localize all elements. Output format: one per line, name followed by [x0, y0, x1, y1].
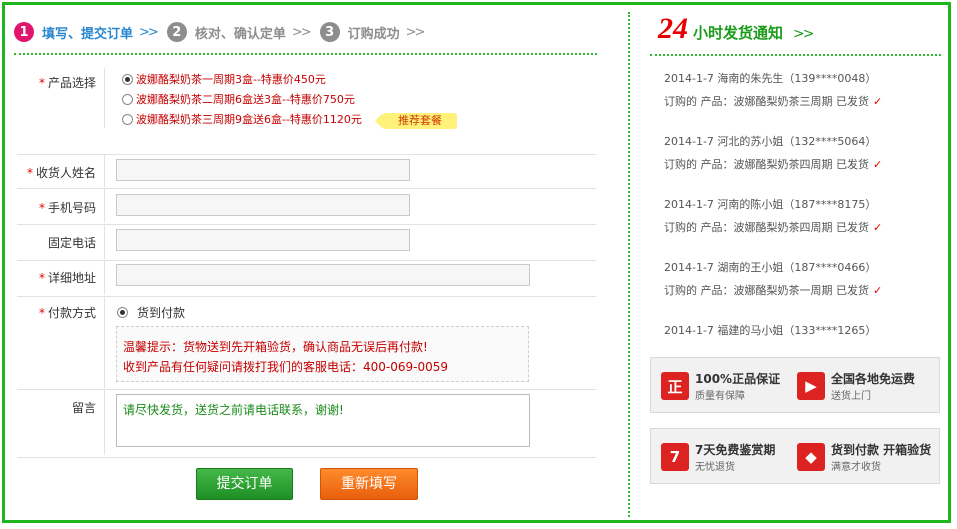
- product-option-1-label: 波娜酪梨奶茶一周期3盒--特惠价450元: [136, 73, 326, 86]
- phone-label: 固定电话: [47, 236, 96, 250]
- notice-item-4-line-1: 2014-1-7 湖南的王小姐（187****0466）: [664, 261, 877, 274]
- step-3: 3 订购成功 >>: [319, 22, 426, 42]
- step-3-label: 订购成功: [347, 26, 400, 42]
- step-2-arrow: >>: [291, 24, 312, 40]
- assurance-box-1: 正 100%正品保证 质量有保障 ▶ 全国各地免运费 送货上门: [650, 357, 940, 413]
- assurance-genuine-title: 100%正品保证: [695, 372, 781, 386]
- notice-item-3: 2014-1-7 河南的陈小姐（187****8175） 订购的 产品：波娜酪梨…: [664, 197, 924, 236]
- check-icon: ✓: [873, 158, 883, 171]
- product-radio-2[interactable]: [122, 93, 133, 105]
- row-separator: [104, 261, 105, 295]
- payment-option-label: 货到付款: [137, 306, 186, 320]
- name-label: * 收货人姓名: [26, 166, 96, 180]
- product-option-2[interactable]: 波娜酪梨奶茶二周期6盒送3盒--特惠价750元: [122, 91, 355, 107]
- notice-item-1-line-2: 订购的 产品：波娜酪梨奶茶三周期 已发货 ✓: [664, 95, 883, 108]
- step-3-arrow: >>: [405, 24, 426, 40]
- notice-item-5: 2014-1-7 福建的马小姐（133****1265）: [664, 323, 924, 339]
- product-radio-3[interactable]: [122, 113, 133, 125]
- notice-title-arrow: >>: [793, 26, 815, 42]
- notice-item-2-line-2: 订购的 产品：波娜酪梨奶茶四周期 已发货 ✓: [664, 158, 883, 171]
- notice-item-5-line-1: 2014-1-7 福建的马小姐（133****1265）: [664, 324, 877, 337]
- row-separator: [104, 155, 105, 187]
- step-2-label: 核对、确认定单: [194, 26, 286, 42]
- assurance-7day: 7 7天免费鉴赏期 无忧退货: [661, 441, 775, 473]
- check-icon: ✓: [873, 221, 883, 234]
- box-icon: ◆: [797, 443, 825, 471]
- notice-divider: [650, 54, 941, 56]
- message-textarea[interactable]: 请尽快发货，送货之前请电话联系，谢谢!: [116, 394, 530, 447]
- notice-item-3-line-1: 2014-1-7 河南的陈小姐（187****8175）: [664, 198, 877, 211]
- step-2: 2 核对、确认定单 >>: [166, 22, 312, 42]
- step-1-label: 填写、提交订单: [42, 26, 134, 42]
- product-radio-1[interactable]: [122, 73, 133, 85]
- notice-item-2-line-1: 2014-1-7 河北的苏小姐（132****5064）: [664, 135, 877, 148]
- row-separator: [104, 297, 105, 388]
- mobile-input[interactable]: [116, 194, 410, 216]
- assurance-cod-sub: 满意才收货: [831, 462, 881, 473]
- mobile-label: * 手机号码: [38, 201, 96, 215]
- payment-tip-box: 温馨提示：货物送到先开箱验货，确认商品无误后再付款! 收到产品有任何疑问请拨打我…: [116, 326, 529, 382]
- order-steps: 1 填写、提交订单 >> 2 核对、确认定单 >> 3 订购成功 >>: [14, 21, 433, 43]
- row-separator: [104, 225, 105, 259]
- assurance-7day-title: 7天免费鉴赏期: [695, 443, 776, 457]
- row-separator: [104, 68, 105, 128]
- notice-item-2: 2014-1-7 河北的苏小姐（132****5064） 订购的 产品：波娜酪梨…: [664, 134, 924, 173]
- assurance-cod: ◆ 货到付款 开箱验货 满意才收货: [797, 441, 931, 473]
- truck-icon: ▶: [797, 372, 825, 400]
- assurance-genuine: 正 100%正品保证 质量有保障: [661, 370, 780, 402]
- address-label: * 详细地址: [38, 271, 96, 285]
- assurance-shipping-sub: 送货上门: [831, 391, 871, 402]
- name-input[interactable]: [116, 159, 410, 181]
- notice-item-1: 2014-1-7 海南的朱先生（139****0048） 订购的 产品：波娜酪梨…: [664, 71, 924, 110]
- calendar-icon: 7: [661, 443, 689, 471]
- message-label: 留言: [71, 401, 96, 415]
- notice-title-text: 小时发货通知: [693, 24, 784, 42]
- step-1-arrow: >>: [139, 24, 159, 40]
- address-input[interactable]: [116, 264, 530, 286]
- payment-tip-line-1: 温馨提示：货物送到先开箱验货，确认商品无误后再付款!: [123, 340, 428, 354]
- genuine-icon: 正: [661, 372, 689, 400]
- check-icon: ✓: [873, 284, 883, 297]
- step-2-number: 2: [166, 22, 187, 42]
- row-divider: [17, 457, 596, 458]
- product-option-2-label: 波娜酪梨奶茶二周期6盒送3盒--特惠价750元: [136, 93, 355, 106]
- row-separator: [104, 390, 105, 455]
- product-label: * 产品选择: [38, 76, 96, 90]
- step-1-number: 1: [14, 22, 34, 42]
- assurance-box-2: 7 7天免费鉴赏期 无忧退货 ◆ 货到付款 开箱验货 满意才收货: [650, 428, 940, 484]
- reset-button[interactable]: 重新填写: [320, 468, 418, 500]
- notice-item-1-line-1: 2014-1-7 海南的朱先生（139****0048）: [664, 72, 877, 85]
- payment-option[interactable]: 货到付款: [117, 304, 185, 321]
- step-3-number: 3: [319, 22, 340, 42]
- phone-input[interactable]: [116, 229, 410, 251]
- assurance-free-shipping: ▶ 全国各地免运费 送货上门: [797, 370, 915, 402]
- steps-divider: [14, 53, 597, 55]
- notice-item-3-line-2: 订购的 产品：波娜酪梨奶茶四周期 已发货 ✓: [664, 221, 883, 234]
- notice-title: 24 小时发货通知 >>: [658, 12, 815, 46]
- payment-label: * 付款方式: [38, 306, 96, 320]
- notice-title-number: 24: [658, 12, 688, 45]
- product-option-3[interactable]: 波娜酪梨奶茶三周期9盒送6盒--特惠价1120元: [122, 111, 362, 127]
- payment-tip-line-2: 收到产品有任何疑问请拨打我们的客服电话：400-069-0059: [123, 360, 449, 374]
- column-divider: [628, 12, 630, 517]
- row-separator: [104, 189, 105, 223]
- product-option-3-label: 波娜酪梨奶茶三周期9盒送6盒--特惠价1120元: [136, 113, 362, 126]
- submit-order-button[interactable]: 提交订单: [196, 468, 293, 500]
- assurance-genuine-sub: 质量有保障: [695, 391, 745, 402]
- product-option-1[interactable]: 波娜酪梨奶茶一周期3盒--特惠价450元: [122, 71, 326, 87]
- notice-item-4: 2014-1-7 湖南的王小姐（187****0466） 订购的 产品：波娜酪梨…: [664, 260, 924, 299]
- step-1: 1 填写、提交订单 >>: [14, 22, 159, 42]
- assurance-shipping-title: 全国各地免运费: [831, 372, 916, 386]
- check-icon: ✓: [873, 95, 883, 108]
- recommended-badge: 推荐套餐: [375, 113, 457, 129]
- assurance-cod-title: 货到付款 开箱验货: [831, 443, 932, 457]
- notice-item-4-line-2: 订购的 产品：波娜酪梨奶茶一周期 已发货 ✓: [664, 284, 883, 297]
- payment-radio[interactable]: [117, 307, 128, 318]
- assurance-7day-sub: 无忧退货: [695, 462, 735, 473]
